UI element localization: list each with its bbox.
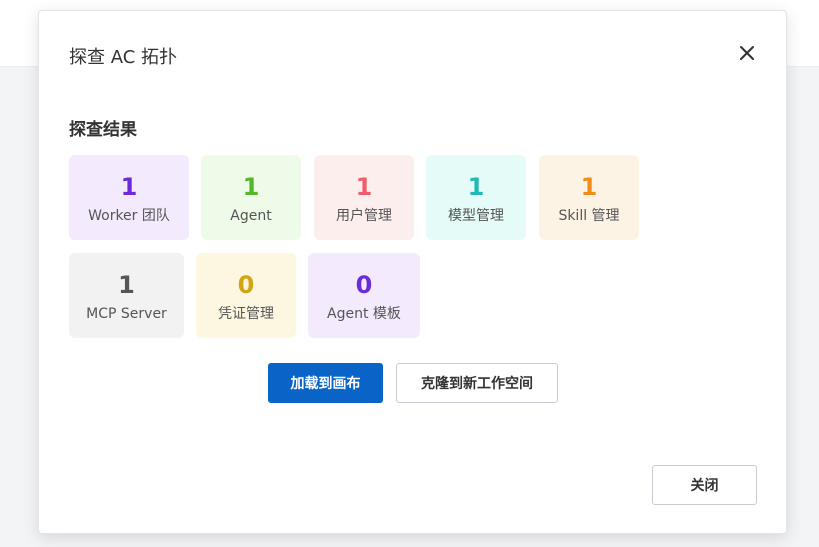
stat-card-agent: 1 Agent [201,155,301,240]
clone-to-new-workspace-button[interactable]: 克隆到新工作空间 [396,363,558,403]
stat-value: 1 [467,173,485,201]
dialog-title: 探查 AC 拓扑 [69,47,178,68]
stat-label: Skill 管理 [558,208,620,224]
explore-topology-dialog: 探查 AC 拓扑 探查结果 1 Worker 团队 1 Agent 1 用户管理… [38,10,787,534]
stat-card-mcp-server: 1 MCP Server [69,253,184,338]
stat-label: Agent 模板 [327,306,401,322]
stat-card-skill-management: 1 Skill 管理 [539,155,639,240]
close-icon[interactable] [736,42,758,64]
stat-value: 1 [120,173,138,201]
stat-card-worker-team: 1 Worker 团队 [69,155,189,240]
stat-label: 用户管理 [336,208,392,224]
stat-value: 1 [580,173,598,201]
load-to-canvas-button[interactable]: 加载到画布 [268,363,383,403]
stat-value: 1 [355,173,373,201]
stat-card-user-management: 1 用户管理 [314,155,414,240]
stat-card-model-management: 1 模型管理 [426,155,526,240]
section-title-results: 探查结果 [69,120,137,140]
stat-label: Worker 团队 [88,208,170,224]
stat-label: 凭证管理 [218,306,274,322]
stat-label: 模型管理 [448,208,504,224]
close-button[interactable]: 关闭 [652,465,757,505]
stat-label: Agent [230,208,272,224]
stat-value: 1 [118,271,135,299]
stat-card-credential-management: 0 凭证管理 [196,253,296,338]
stat-value: 1 [242,173,260,201]
stat-value: 0 [355,271,373,299]
stat-value: 0 [237,271,255,299]
stat-card-agent-template: 0 Agent 模板 [308,253,420,338]
stat-label: MCP Server [86,306,167,322]
